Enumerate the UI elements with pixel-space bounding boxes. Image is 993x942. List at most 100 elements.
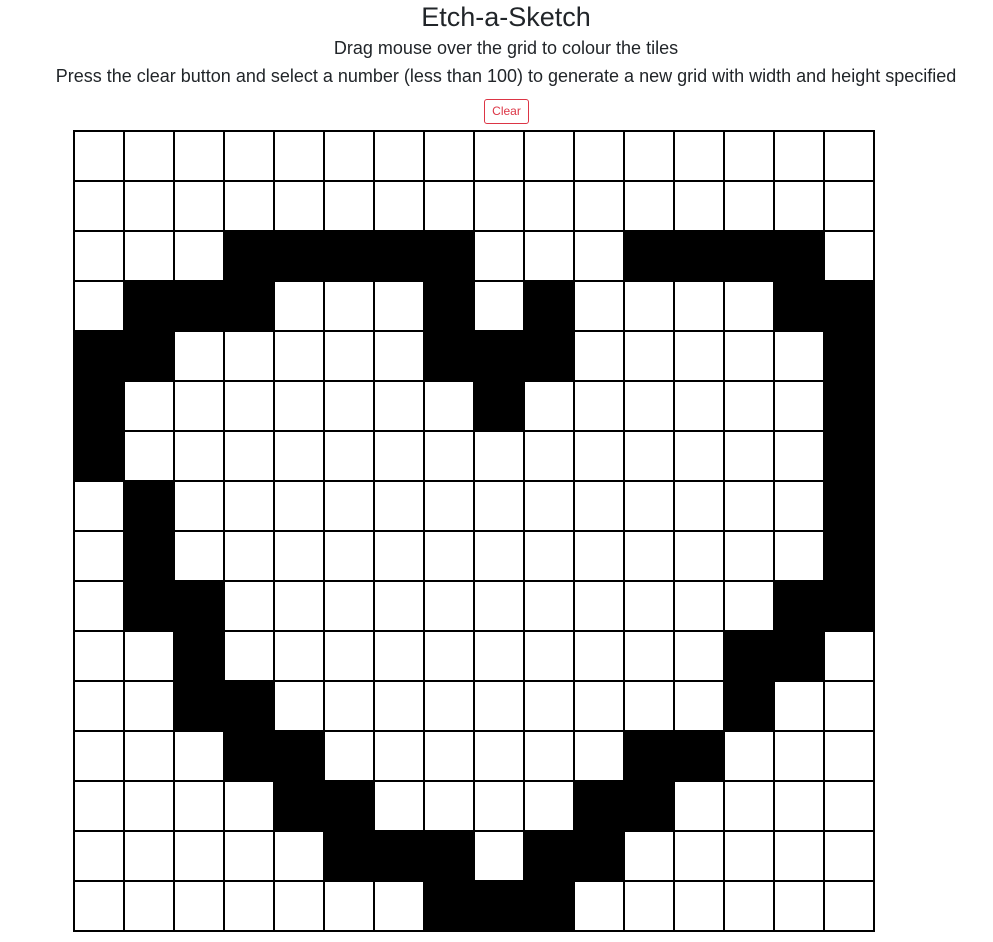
grid-tile[interactable] [274, 381, 324, 431]
grid-tile[interactable] [124, 831, 174, 881]
grid-tile[interactable] [474, 381, 524, 431]
grid-tile[interactable] [774, 431, 824, 481]
grid-tile[interactable] [374, 231, 424, 281]
grid-tile[interactable] [474, 731, 524, 781]
grid-tile[interactable] [624, 731, 674, 781]
grid-tile[interactable] [274, 631, 324, 681]
grid-tile[interactable] [724, 481, 774, 531]
grid-tile[interactable] [524, 431, 574, 481]
grid-tile[interactable] [324, 181, 374, 231]
grid-tile[interactable] [174, 781, 224, 831]
grid-tile[interactable] [524, 531, 574, 581]
grid-tile[interactable] [474, 681, 524, 731]
grid-tile[interactable] [324, 781, 374, 831]
grid-tile[interactable] [624, 381, 674, 431]
grid-tile[interactable] [574, 381, 624, 431]
grid-tile[interactable] [624, 281, 674, 331]
grid-tile[interactable] [274, 331, 324, 381]
grid-tile[interactable] [374, 531, 424, 581]
grid-tile[interactable] [724, 281, 774, 331]
grid-tile[interactable] [424, 281, 474, 331]
grid-tile[interactable] [324, 281, 374, 331]
grid-tile[interactable] [674, 281, 724, 331]
grid-tile[interactable] [524, 881, 574, 931]
grid-tile[interactable] [574, 781, 624, 831]
grid-tile[interactable] [424, 381, 474, 431]
grid-tile[interactable] [674, 781, 724, 831]
grid-tile[interactable] [624, 831, 674, 881]
grid-tile[interactable] [724, 131, 774, 181]
grid-tile[interactable] [374, 681, 424, 731]
grid-tile[interactable] [724, 681, 774, 731]
grid-tile[interactable] [774, 681, 824, 731]
grid-tile[interactable] [724, 831, 774, 881]
grid-tile[interactable] [774, 231, 824, 281]
grid-tile[interactable] [274, 781, 324, 831]
grid-tile[interactable] [224, 531, 274, 581]
grid-tile[interactable] [524, 281, 574, 331]
grid-tile[interactable] [574, 881, 624, 931]
grid-tile[interactable] [74, 531, 124, 581]
grid-tile[interactable] [324, 231, 374, 281]
grid-tile[interactable] [774, 531, 824, 581]
grid-tile[interactable] [324, 331, 374, 381]
grid-tile[interactable] [124, 131, 174, 181]
grid-tile[interactable] [374, 781, 424, 831]
grid-tile[interactable] [224, 481, 274, 531]
grid-tile[interactable] [424, 781, 474, 831]
grid-tile[interactable] [574, 281, 624, 331]
grid-tile[interactable] [424, 631, 474, 681]
grid-tile[interactable] [624, 881, 674, 931]
grid-tile[interactable] [174, 731, 224, 781]
grid-tile[interactable] [724, 231, 774, 281]
grid-tile[interactable] [724, 731, 774, 781]
grid-tile[interactable] [724, 631, 774, 681]
grid-tile[interactable] [724, 531, 774, 581]
grid-tile[interactable] [574, 731, 624, 781]
grid-tile[interactable] [174, 631, 224, 681]
grid-tile[interactable] [174, 331, 224, 381]
grid-tile[interactable] [674, 531, 724, 581]
grid-tile[interactable] [174, 381, 224, 431]
grid-tile[interactable] [174, 531, 224, 581]
grid-tile[interactable] [124, 781, 174, 831]
grid-tile[interactable] [524, 581, 574, 631]
grid-tile[interactable] [474, 431, 524, 481]
grid-tile[interactable] [524, 831, 574, 881]
grid-tile[interactable] [324, 481, 374, 531]
grid-tile[interactable] [274, 681, 324, 731]
grid-tile[interactable] [224, 581, 274, 631]
grid-tile[interactable] [174, 581, 224, 631]
grid-tile[interactable] [574, 681, 624, 731]
grid-tile[interactable] [224, 331, 274, 381]
grid-tile[interactable] [74, 481, 124, 531]
grid-tile[interactable] [324, 731, 374, 781]
grid-tile[interactable] [524, 131, 574, 181]
grid-tile[interactable] [624, 781, 674, 831]
grid-tile[interactable] [424, 131, 474, 181]
grid-tile[interactable] [74, 881, 124, 931]
grid-tile[interactable] [274, 731, 324, 781]
grid-tile[interactable] [824, 581, 874, 631]
grid-tile[interactable] [424, 581, 474, 631]
sketch-grid[interactable] [73, 130, 875, 932]
grid-tile[interactable] [124, 631, 174, 681]
grid-tile[interactable] [74, 331, 124, 381]
grid-tile[interactable] [824, 531, 874, 581]
grid-tile[interactable] [124, 681, 174, 731]
grid-tile[interactable] [274, 531, 324, 581]
grid-tile[interactable] [774, 181, 824, 231]
grid-tile[interactable] [674, 631, 724, 681]
grid-tile[interactable] [224, 381, 274, 431]
grid-tile[interactable] [674, 381, 724, 431]
grid-tile[interactable] [524, 781, 574, 831]
grid-tile[interactable] [574, 531, 624, 581]
grid-tile[interactable] [724, 581, 774, 631]
grid-tile[interactable] [174, 481, 224, 531]
grid-tile[interactable] [624, 531, 674, 581]
grid-tile[interactable] [574, 431, 624, 481]
grid-tile[interactable] [224, 731, 274, 781]
grid-tile[interactable] [74, 581, 124, 631]
grid-tile[interactable] [774, 831, 824, 881]
grid-tile[interactable] [374, 731, 424, 781]
